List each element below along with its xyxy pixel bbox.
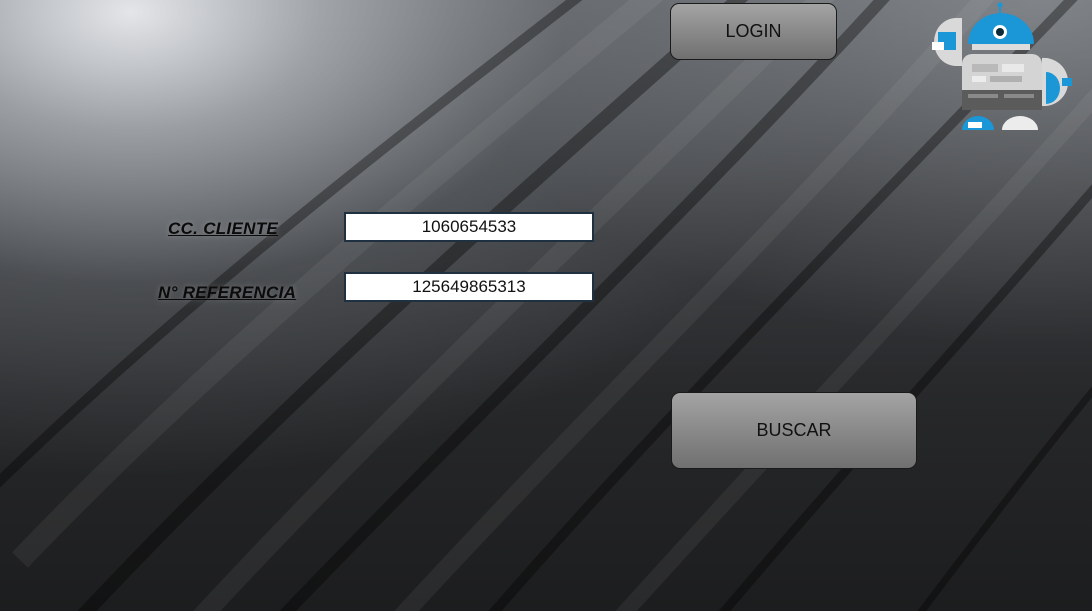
login-button[interactable]: LOGIN <box>670 3 837 60</box>
cc-cliente-input[interactable] <box>344 212 594 242</box>
referencia-input[interactable] <box>344 272 594 302</box>
buscar-button[interactable]: BUSCAR <box>671 392 917 469</box>
cc-cliente-label: CC. CLIENTE <box>168 219 279 238</box>
robot-logo-icon <box>932 2 1072 130</box>
referencia-label: N° REFERENCIA <box>158 283 297 302</box>
